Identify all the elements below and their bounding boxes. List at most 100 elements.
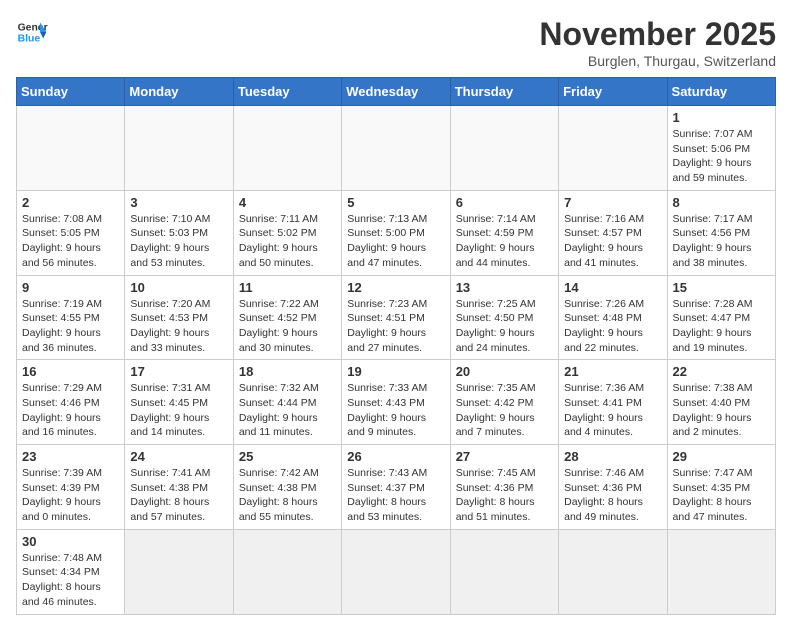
calendar-cell: 10 Sunrise: 7:20 AM Sunset: 4:53 PM Dayli… (125, 275, 233, 360)
day-number: 2 (22, 195, 119, 210)
day-info: Sunrise: 7:45 AM Sunset: 4:36 PM Dayligh… (456, 466, 553, 525)
day-info: Sunrise: 7:33 AM Sunset: 4:43 PM Dayligh… (347, 381, 444, 440)
day-number: 14 (564, 280, 661, 295)
calendar-cell: 3Sunrise: 7:10 AM Sunset: 5:03 PM Daylig… (125, 190, 233, 275)
header-monday: Monday (125, 78, 233, 106)
day-info: Sunrise: 7:20 AM Sunset: 4:53 PM Dayligh… (130, 297, 227, 356)
calendar-cell (342, 106, 450, 191)
calendar-cell (559, 529, 667, 614)
day-number: 8 (673, 195, 770, 210)
day-number: 17 (130, 364, 227, 379)
calendar-cell: 25Sunrise: 7:42 AM Sunset: 4:38 PM Dayli… (233, 445, 341, 530)
day-number: 26 (347, 449, 444, 464)
day-info: Sunrise: 7:38 AM Sunset: 4:40 PM Dayligh… (673, 381, 770, 440)
calendar-cell (17, 106, 125, 191)
calendar-cell: 16Sunrise: 7:29 AM Sunset: 4:46 PM Dayli… (17, 360, 125, 445)
calendar-table: SundayMondayTuesdayWednesdayThursdayFrid… (16, 77, 776, 615)
day-number: 1 (673, 110, 770, 125)
week-row-4: 16Sunrise: 7:29 AM Sunset: 4:46 PM Dayli… (17, 360, 776, 445)
day-number: 23 (22, 449, 119, 464)
calendar-cell: 23 Sunrise: 7:39 AM Sunset: 4:39 PM Dayli… (17, 445, 125, 530)
calendar-cell (450, 529, 558, 614)
calendar-cell: 9 Sunrise: 7:19 AM Sunset: 4:55 PM Daylig… (17, 275, 125, 360)
month-title: November 2025 (539, 16, 776, 53)
logo-icon: General Blue (16, 16, 48, 48)
header-thursday: Thursday (450, 78, 558, 106)
day-info: Sunrise: 7:16 AM Sunset: 4:57 PM Dayligh… (564, 212, 661, 271)
day-number: 28 (564, 449, 661, 464)
week-row-3: 9 Sunrise: 7:19 AM Sunset: 4:55 PM Daylig… (17, 275, 776, 360)
calendar-cell (233, 106, 341, 191)
day-info: Sunrise: 7:13 AM Sunset: 5:00 PM Dayligh… (347, 212, 444, 271)
day-info: Sunrise: 7:08 AM Sunset: 5:05 PM Dayligh… (22, 212, 119, 271)
day-info: Sunrise: 7:31 AM Sunset: 4:45 PM Dayligh… (130, 381, 227, 440)
week-row-2: 2 Sunrise: 7:08 AM Sunset: 5:05 PM Daylig… (17, 190, 776, 275)
day-number: 22 (673, 364, 770, 379)
day-number: 7 (564, 195, 661, 210)
day-info: Sunrise: 7:19 AM Sunset: 4:55 PM Dayligh… (22, 297, 119, 356)
day-info: Sunrise: 7:41 AM Sunset: 4:38 PM Dayligh… (130, 466, 227, 525)
day-number: 25 (239, 449, 336, 464)
calendar-cell (125, 529, 233, 614)
calendar-cell (233, 529, 341, 614)
calendar-cell: 22 Sunrise: 7:38 AM Sunset: 4:40 PM Dayli… (667, 360, 775, 445)
day-info: Sunrise: 7:29 AM Sunset: 4:46 PM Dayligh… (22, 381, 119, 440)
weekday-header-row: SundayMondayTuesdayWednesdayThursdayFrid… (17, 78, 776, 106)
day-number: 19 (347, 364, 444, 379)
day-info: Sunrise: 7:47 AM Sunset: 4:35 PM Dayligh… (673, 466, 770, 525)
calendar-cell: 19 Sunrise: 7:33 AM Sunset: 4:43 PM Dayli… (342, 360, 450, 445)
day-info: Sunrise: 7:26 AM Sunset: 4:48 PM Dayligh… (564, 297, 661, 356)
day-number: 21 (564, 364, 661, 379)
svg-text:Blue: Blue (18, 34, 41, 45)
calendar-cell: 5 Sunrise: 7:13 AM Sunset: 5:00 PM Daylig… (342, 190, 450, 275)
day-number: 13 (456, 280, 553, 295)
day-number: 9 (22, 280, 119, 295)
day-info: Sunrise: 7:36 AM Sunset: 4:41 PM Dayligh… (564, 381, 661, 440)
calendar-cell (125, 106, 233, 191)
day-number: 30 (22, 534, 119, 549)
calendar-cell: 20Sunrise: 7:35 AM Sunset: 4:42 PM Dayli… (450, 360, 558, 445)
day-number: 11 (239, 280, 336, 295)
day-number: 6 (456, 195, 553, 210)
day-info: Sunrise: 7:17 AM Sunset: 4:56 PM Dayligh… (673, 212, 770, 271)
header-friday: Friday (559, 78, 667, 106)
calendar-cell: 1 Sunrise: 7:07 AM Sunset: 5:06 PM Daylig… (667, 106, 775, 191)
calendar-cell: 30Sunrise: 7:48 AM Sunset: 4:34 PM Dayli… (17, 529, 125, 614)
day-info: Sunrise: 7:43 AM Sunset: 4:37 PM Dayligh… (347, 466, 444, 525)
calendar-cell: 21 Sunrise: 7:36 AM Sunset: 4:41 PM Dayli… (559, 360, 667, 445)
header-sunday: Sunday (17, 78, 125, 106)
day-info: Sunrise: 7:11 AM Sunset: 5:02 PM Dayligh… (239, 212, 336, 271)
location: Burglen, Thurgau, Switzerland (539, 53, 776, 69)
week-row-5: 23 Sunrise: 7:39 AM Sunset: 4:39 PM Dayli… (17, 445, 776, 530)
day-number: 5 (347, 195, 444, 210)
header-wednesday: Wednesday (342, 78, 450, 106)
logo: General Blue (16, 16, 48, 48)
calendar-cell: 29 Sunrise: 7:47 AM Sunset: 4:35 PM Dayli… (667, 445, 775, 530)
calendar-cell: 18Sunrise: 7:32 AM Sunset: 4:44 PM Dayli… (233, 360, 341, 445)
week-row-6: 30Sunrise: 7:48 AM Sunset: 4:34 PM Dayli… (17, 529, 776, 614)
day-info: Sunrise: 7:46 AM Sunset: 4:36 PM Dayligh… (564, 466, 661, 525)
calendar-cell: 28 Sunrise: 7:46 AM Sunset: 4:36 PM Dayli… (559, 445, 667, 530)
week-row-1: 1 Sunrise: 7:07 AM Sunset: 5:06 PM Daylig… (17, 106, 776, 191)
calendar-cell: 26 Sunrise: 7:43 AM Sunset: 4:37 PM Dayli… (342, 445, 450, 530)
calendar-cell (450, 106, 558, 191)
calendar-cell: 4Sunrise: 7:11 AM Sunset: 5:02 PM Daylig… (233, 190, 341, 275)
day-number: 10 (130, 280, 227, 295)
calendar-cell: 8 Sunrise: 7:17 AM Sunset: 4:56 PM Daylig… (667, 190, 775, 275)
calendar-cell: 24Sunrise: 7:41 AM Sunset: 4:38 PM Dayli… (125, 445, 233, 530)
calendar-cell: 27Sunrise: 7:45 AM Sunset: 4:36 PM Dayli… (450, 445, 558, 530)
day-number: 18 (239, 364, 336, 379)
calendar-cell (342, 529, 450, 614)
calendar-cell (559, 106, 667, 191)
day-info: Sunrise: 7:07 AM Sunset: 5:06 PM Dayligh… (673, 127, 770, 186)
day-info: Sunrise: 7:23 AM Sunset: 4:51 PM Dayligh… (347, 297, 444, 356)
calendar-cell: 14 Sunrise: 7:26 AM Sunset: 4:48 PM Dayli… (559, 275, 667, 360)
day-info: Sunrise: 7:25 AM Sunset: 4:50 PM Dayligh… (456, 297, 553, 356)
calendar-cell: 12Sunrise: 7:23 AM Sunset: 4:51 PM Dayli… (342, 275, 450, 360)
day-info: Sunrise: 7:14 AM Sunset: 4:59 PM Dayligh… (456, 212, 553, 271)
calendar-cell: 15Sunrise: 7:28 AM Sunset: 4:47 PM Dayli… (667, 275, 775, 360)
day-number: 29 (673, 449, 770, 464)
day-info: Sunrise: 7:39 AM Sunset: 4:39 PM Dayligh… (22, 466, 119, 525)
day-number: 20 (456, 364, 553, 379)
day-info: Sunrise: 7:28 AM Sunset: 4:47 PM Dayligh… (673, 297, 770, 356)
